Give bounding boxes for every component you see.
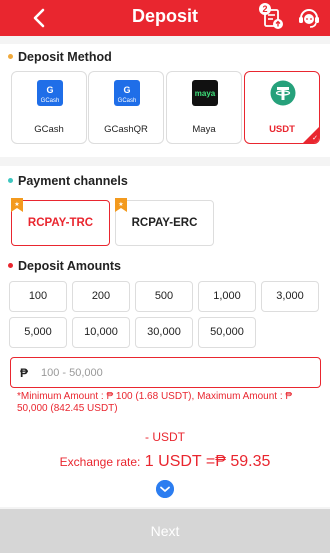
tether-logo-icon — [270, 80, 296, 106]
method-maya[interactable]: maya Maya — [166, 71, 242, 144]
method-label: GCashQR — [104, 124, 148, 135]
amount-input[interactable]: ₱ 100 - 50,000 — [10, 357, 321, 388]
deposit-amounts-title: Deposit Amounts — [8, 259, 121, 273]
method-label: Maya — [192, 124, 216, 135]
exchange-rate: Exchange rate: 1 USDT =₱ 59.35 — [0, 453, 330, 471]
channel-label: RCPAY-TRC — [27, 217, 94, 229]
amount-option[interactable]: 10,000 — [72, 317, 130, 348]
amount-option[interactable]: 50,000 — [198, 317, 256, 348]
method-usdt[interactable]: USDT ✓ — [244, 71, 320, 144]
usdt-amount: - USDT — [145, 430, 185, 444]
deposit-method-title: Deposit Method — [8, 50, 112, 64]
gcash-logo-icon: G GCash — [114, 80, 140, 106]
amount-option[interactable]: 3,000 — [261, 281, 319, 312]
channel-rcpay-erc[interactable]: ★ RCPAY-ERC — [115, 198, 214, 246]
svg-text:GCash: GCash — [118, 98, 137, 104]
check-icon: ✓ — [312, 135, 318, 142]
exchange-rate-value: 1 USDT =₱ 59.35 — [140, 453, 271, 470]
amount-limits-note: *Minimum Amount : ₱ 100 (1.68 USDT), Max… — [17, 391, 293, 414]
payment-channels-title: Payment channels — [8, 174, 128, 188]
chevron-down-icon[interactable] — [156, 480, 174, 498]
amount-option[interactable]: 500 — [135, 281, 193, 312]
exchange-rate-label: Exchange rate: — [59, 455, 141, 469]
svg-text:GCash: GCash — [41, 98, 60, 104]
svg-text:maya: maya — [195, 89, 216, 98]
amount-option[interactable]: 5,000 — [9, 317, 67, 348]
section-dot-icon — [8, 54, 13, 60]
method-label: GCash — [34, 124, 64, 135]
ribbon-icon: ★ — [11, 198, 23, 212]
channel-rcpay-trc[interactable]: ★ RCPAY-TRC — [11, 198, 110, 246]
section-dot-icon — [8, 263, 13, 269]
svg-text:★: ★ — [14, 201, 19, 208]
svg-text:G: G — [123, 85, 130, 95]
customer-service-icon[interactable] — [296, 5, 322, 31]
section-dot-icon — [8, 178, 13, 184]
amount-option[interactable]: 200 — [72, 281, 130, 312]
ribbon-icon: ★ — [115, 198, 127, 212]
next-button[interactable]: Next — [0, 509, 330, 553]
amount-option[interactable]: 100 — [9, 281, 67, 312]
currency-symbol: ₱ — [20, 366, 29, 380]
svg-text:G: G — [46, 85, 53, 95]
header-bar: Deposit 2 — [0, 0, 330, 36]
channel-label: RCPAY-ERC — [131, 217, 198, 229]
amount-option[interactable]: 30,000 — [135, 317, 193, 348]
gcash-logo-icon: G GCash — [37, 80, 63, 106]
amount-option[interactable]: 1,000 — [198, 281, 256, 312]
svg-text:★: ★ — [118, 201, 123, 208]
method-gcash[interactable]: G GCash GCash — [11, 71, 87, 144]
amount-placeholder: 100 - 50,000 — [41, 367, 103, 379]
maya-logo-icon: maya — [192, 80, 218, 106]
notification-badge: 2 — [259, 3, 271, 15]
method-gcashqr[interactable]: G GCash GCashQR — [88, 71, 164, 144]
